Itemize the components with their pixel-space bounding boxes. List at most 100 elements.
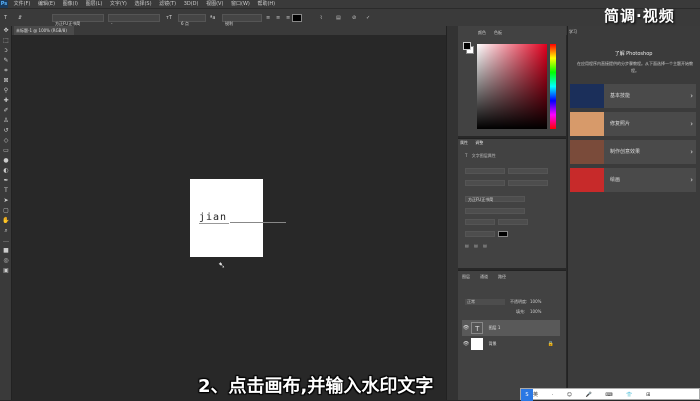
menu-view[interactable]: 视图(V) <box>206 0 223 8</box>
zoom-tool-icon[interactable]: ⌕ <box>0 226 12 236</box>
stamp-tool-icon[interactable]: ♙ <box>0 116 12 126</box>
props-align-right-icon[interactable]: ▤ <box>483 243 487 248</box>
width-field[interactable] <box>465 168 505 174</box>
type-tool-icon-side[interactable]: T <box>0 186 12 196</box>
props-align-center-icon[interactable]: ▤ <box>474 243 478 248</box>
type-tool-icon[interactable]: T <box>4 14 7 22</box>
marquee-tool-icon[interactable]: ⬚ <box>0 36 12 46</box>
hand-tool-icon[interactable]: ✋ <box>0 216 12 226</box>
menu-3d[interactable]: 3D(D) <box>184 0 199 8</box>
align-right-icon[interactable]: ≡ <box>286 14 290 22</box>
character-panel-icon[interactable]: ▤ <box>336 14 341 22</box>
opacity-value[interactable]: 100% <box>530 299 541 304</box>
props-size-field[interactable] <box>465 219 495 225</box>
document-tab[interactable]: 未标题-1 @ 100% (RGB/8) <box>14 26 74 35</box>
eyedropper-tool-icon[interactable]: ⚲ <box>0 86 12 96</box>
layer-row-text[interactable]: 👁 T 图层 1 <box>462 320 560 336</box>
text-color-swatch[interactable] <box>292 14 302 22</box>
pen-tool-icon[interactable]: ✒ <box>0 176 12 186</box>
props-kerning-field[interactable] <box>465 231 495 237</box>
color-swatches-icon[interactable]: ■ <box>0 246 12 256</box>
orientation-icon[interactable]: ⇵ <box>18 14 22 22</box>
visibility-eye-icon[interactable]: 👁 <box>462 336 470 352</box>
dodge-tool-icon[interactable]: ◐ <box>0 166 12 176</box>
menu-image[interactable]: 图像(I) <box>63 0 78 8</box>
font-style-select[interactable]: - <box>108 14 160 26</box>
layer-row-background[interactable]: 👁 背景 🔒 <box>462 336 560 352</box>
history-brush-tool-icon[interactable]: ↺ <box>0 126 12 136</box>
move-tool-icon[interactable]: ✥ <box>0 26 12 36</box>
tab-color[interactable]: 颜色 <box>478 30 486 36</box>
x-field[interactable] <box>465 180 505 186</box>
menu-help[interactable]: 帮助(H) <box>257 0 275 8</box>
mouse-cursor-icon: ➷ <box>218 261 226 271</box>
gradient-tool-icon[interactable]: ▭ <box>0 146 12 156</box>
props-align-left-icon[interactable]: ▤ <box>465 243 469 248</box>
menu-file[interactable]: 文件(F) <box>14 0 31 8</box>
tab-layers[interactable]: 图层 <box>462 274 470 280</box>
fill-value[interactable]: 100% <box>530 309 541 314</box>
warp-text-icon[interactable]: ⌇ <box>320 14 322 22</box>
ime-keyboard-icon[interactable]: ⌨ <box>605 389 612 401</box>
quick-mask-icon[interactable]: ◎ <box>0 256 12 266</box>
commit-icon[interactable]: ✓ <box>366 14 370 22</box>
ime-tools-icon[interactable]: ⊞ <box>646 389 650 401</box>
tab-adjustments[interactable]: 调整 <box>475 140 483 145</box>
learn-item-fix-photos[interactable]: 修复照片 › <box>570 112 696 136</box>
more-tools-icon[interactable]: … <box>0 236 12 246</box>
ime-emoji-icon[interactable]: ☺ <box>567 389 572 401</box>
align-center-icon[interactable]: ≡ <box>276 14 280 22</box>
crop-tool-icon[interactable]: ⌗ <box>0 66 12 76</box>
props-style-select[interactable] <box>465 208 525 214</box>
align-left-icon[interactable]: ≡ <box>266 14 270 22</box>
y-field[interactable] <box>508 180 548 186</box>
menu-select[interactable]: 选择(S) <box>134 0 151 8</box>
ime-voice-icon[interactable]: 🎤 <box>586 389 592 401</box>
screen-mode-icon[interactable]: ▣ <box>0 266 12 276</box>
cancel-icon[interactable]: ⊘ <box>352 14 356 22</box>
ime-punct-icon[interactable]: · <box>552 389 554 401</box>
document-canvas[interactable]: jian <box>190 179 263 257</box>
brush-tool-icon[interactable]: ✐ <box>0 106 12 116</box>
blur-tool-icon[interactable]: ● <box>0 156 12 166</box>
ime-skin-icon[interactable]: 👕 <box>626 389 632 401</box>
tab-paths[interactable]: 路径 <box>498 274 506 280</box>
path-select-tool-icon[interactable]: ➤ <box>0 196 12 206</box>
eraser-tool-icon[interactable]: ◇ <box>0 136 12 146</box>
props-font-select[interactable]: 方正FU正书简 <box>465 196 525 202</box>
learn-item-painting[interactable]: 绘画 › <box>570 168 696 192</box>
ime-lang[interactable]: 英 <box>533 389 538 401</box>
menu-window[interactable]: 窗口(W) <box>231 0 250 8</box>
menu-layer[interactable]: 图层(L) <box>86 0 103 8</box>
menu-edit[interactable]: 编辑(E) <box>38 0 55 8</box>
visibility-eye-icon[interactable]: 👁 <box>462 320 470 336</box>
lasso-tool-icon[interactable]: ↄ <box>0 46 12 56</box>
blend-mode-select[interactable]: 正常 <box>465 299 505 305</box>
tab-channels[interactable]: 通道 <box>480 274 488 280</box>
props-color-swatch[interactable] <box>498 231 508 237</box>
healing-tool-icon[interactable]: ✚ <box>0 96 12 106</box>
text-layer-thumb-icon: T <box>471 322 484 334</box>
tab-swatches[interactable]: 色板 <box>494 30 502 36</box>
antialias-select[interactable]: 锐利 <box>222 14 262 26</box>
color-picker-field[interactable] <box>477 44 547 129</box>
quick-select-tool-icon[interactable]: ✎ <box>0 56 12 66</box>
frame-tool-icon[interactable]: ⊠ <box>0 76 12 86</box>
props-leading-field[interactable] <box>498 219 528 225</box>
hue-slider[interactable] <box>550 44 556 129</box>
height-field[interactable] <box>508 168 548 174</box>
menu-type[interactable]: 文字(Y) <box>110 0 127 8</box>
tab-learn[interactable]: 学习 <box>569 29 577 35</box>
font-family-select[interactable]: 方正FU正书简 <box>52 14 104 26</box>
learn-item-creative-effects[interactable]: 制作创意效果 › <box>570 140 696 164</box>
tab-properties[interactable]: 属性 <box>460 140 468 145</box>
font-size-select[interactable]: 6 点 <box>178 14 206 26</box>
foreground-color-swatch[interactable] <box>463 42 471 50</box>
ime-logo-icon[interactable]: S <box>521 389 533 401</box>
canvas-text-layer[interactable]: jian <box>199 212 230 224</box>
opacity-label: 不透明度: <box>510 299 528 304</box>
shape-tool-icon[interactable]: ▢ <box>0 206 12 216</box>
learn-item-basics[interactable]: 基本技能 › <box>570 84 696 108</box>
menu-filter[interactable]: 滤镜(T) <box>159 0 176 8</box>
learn-item-label: 制作创意效果 <box>610 149 641 155</box>
